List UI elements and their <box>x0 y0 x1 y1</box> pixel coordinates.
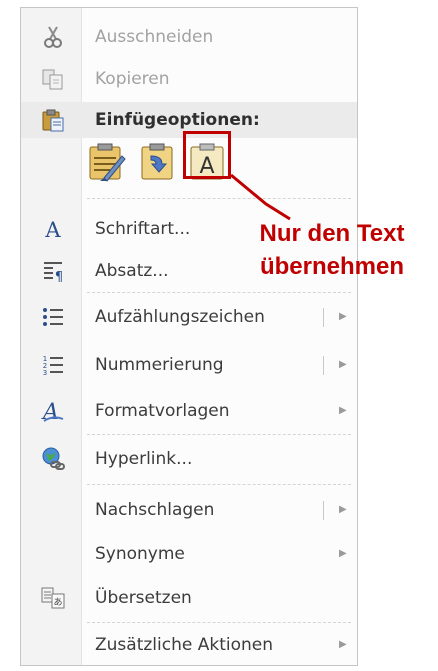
annotation-connector <box>230 173 291 221</box>
annotation-line-2: übernehmen <box>259 253 405 280</box>
annotation-text: Nur den Text übernehmen <box>232 217 432 283</box>
annotation-line-1: Nur den Text <box>259 220 405 247</box>
